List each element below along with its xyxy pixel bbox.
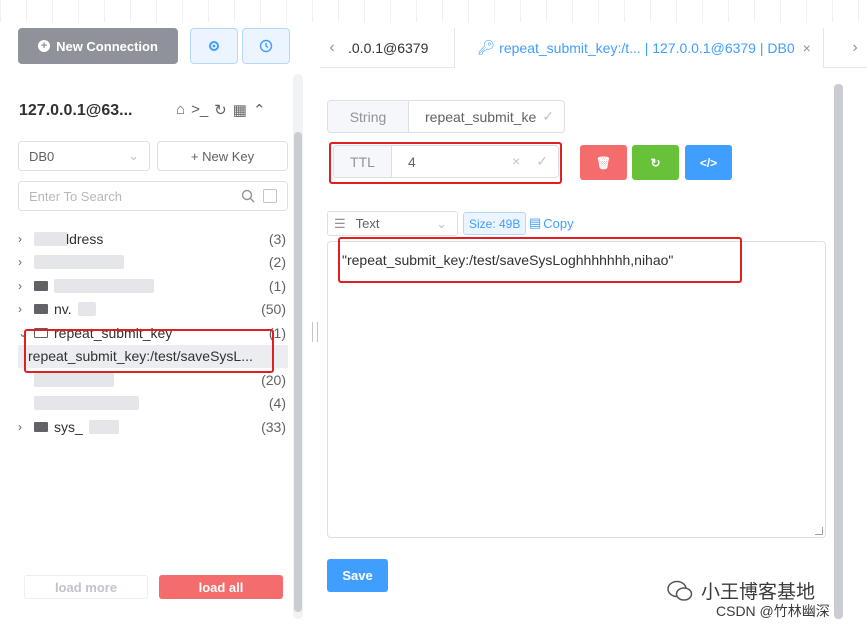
save-button[interactable]: Save	[327, 559, 388, 592]
format-icon: ☰	[334, 215, 346, 231]
refresh-key-button[interactable]: ↻	[632, 145, 679, 180]
terminal-icon[interactable]: >_	[191, 101, 208, 119]
redacted-name	[34, 231, 68, 246]
load-all-button[interactable]: load all	[159, 575, 283, 599]
search-icon[interactable]	[241, 189, 255, 203]
new-connection-label: New Connection	[56, 38, 158, 54]
tree-folder-row[interactable]: › ldress (3)	[18, 227, 288, 251]
top-grid-background	[0, 0, 867, 22]
key-search-box	[18, 181, 288, 211]
format-value: Text	[355, 216, 380, 231]
tree-folder-row[interactable]: › (2)	[18, 251, 288, 275]
wechat-icon	[667, 580, 693, 601]
dump-command-button[interactable]: </>	[685, 145, 732, 180]
folder-count: (33)	[261, 418, 286, 435]
chevron-right-icon: ›	[18, 302, 22, 317]
panel-splitter[interactable]	[312, 322, 318, 342]
highlight-box	[24, 329, 274, 373]
key-icon: 🔑︎	[477, 39, 496, 55]
right-scrollbar[interactable]	[834, 84, 843, 619]
redacted-name	[34, 255, 124, 270]
value-textarea[interactable]: "repeat_submit_key:/test/saveSysLoghhhhh…	[327, 241, 826, 538]
tab-close-icon[interactable]: ×	[803, 40, 811, 56]
tree-folder-row[interactable]: (4)	[18, 392, 288, 416]
refresh-icon[interactable]: ↻	[214, 101, 227, 119]
exact-match-checkbox[interactable]	[263, 189, 277, 203]
db-select-value: DB0	[29, 148, 55, 164]
tab-prev-icon[interactable]: ‹	[320, 39, 344, 57]
chevron-down-icon: ⌄	[128, 148, 139, 163]
folder-count: (2)	[268, 254, 286, 271]
tree-folder-row[interactable]: › nv. (50)	[18, 298, 288, 322]
tab-label: .0.0.1@6379	[348, 39, 429, 56]
folder-count: (4)	[268, 395, 286, 412]
tabs-bar: ‹ .0.0.1@6379 🔑︎ repeat_submit_key:/t...…	[320, 27, 867, 68]
key-name-input[interactable]: repeat_submit_ke ✓	[409, 101, 564, 132]
folder-count: (3)	[268, 230, 286, 247]
copy-button[interactable]: ▤ Copy	[529, 215, 574, 231]
key-type-label: String	[328, 101, 409, 132]
load-more-button[interactable]: load more	[24, 575, 148, 599]
new-key-label: + New Key	[190, 148, 255, 164]
chevron-down-icon: ⌄	[436, 215, 447, 231]
redacted-name	[34, 396, 139, 411]
copy-label: Copy	[543, 215, 574, 231]
gear-icon	[209, 41, 219, 51]
folder-icon	[34, 421, 48, 432]
folder-icon	[34, 304, 48, 315]
folder-label: nv.	[54, 301, 72, 318]
key-search-input[interactable]	[29, 188, 229, 204]
plus-circle-icon: +	[38, 40, 51, 52]
chevron-up-icon[interactable]: ⌃	[253, 101, 266, 119]
tab-key[interactable]: 🔑︎ repeat_submit_key:/t... | 127.0.0.1@6…	[454, 27, 824, 68]
tab-label: repeat_submit_key:/t... | 127.0.0.1@6379…	[499, 39, 795, 56]
trash-icon: 🗑︎	[595, 155, 612, 170]
highlight-box	[329, 142, 562, 184]
chevron-right-icon: ›	[18, 278, 22, 293]
clock-icon	[259, 39, 273, 53]
chevron-right-icon: ›	[18, 231, 22, 246]
tab-next-icon[interactable]: ›	[843, 39, 867, 57]
key-name-value: repeat_submit_ke	[425, 108, 537, 125]
connection-title[interactable]: 127.0.0.1@63...	[19, 102, 132, 120]
home-icon[interactable]: ⌂	[176, 101, 185, 119]
key-type-group: String repeat_submit_ke ✓	[327, 100, 565, 133]
code-icon: </>	[699, 155, 718, 170]
folder-icon	[34, 280, 48, 291]
redacted-name	[77, 302, 96, 317]
watermark-title: 小王博客基地	[701, 582, 816, 603]
watermark-caption: CSDN @竹林幽深	[716, 603, 830, 619]
db-select[interactable]: DB0 ⌄	[18, 141, 150, 171]
size-badge: Size: 49B	[463, 212, 527, 235]
new-connection-button[interactable]: + New Connection	[18, 28, 178, 64]
folder-count: (20)	[261, 371, 286, 388]
chevron-right-icon: ›	[18, 419, 22, 434]
refresh-icon: ↻	[650, 155, 661, 170]
folder-label: sys_	[54, 418, 83, 435]
watermark-logo: 小王博客基地	[667, 577, 815, 604]
history-button[interactable]	[242, 28, 290, 64]
resize-grip-icon[interactable]	[815, 527, 823, 535]
check-icon[interactable]: ✓	[542, 108, 554, 125]
document-icon: ▤	[529, 215, 542, 230]
tab-connection[interactable]: .0.0.1@6379	[344, 28, 432, 68]
highlight-box	[338, 237, 742, 283]
tree-folder-row[interactable]: › sys_ (33)	[18, 415, 288, 439]
left-scrollbar[interactable]	[293, 74, 303, 619]
redacted-name	[54, 278, 154, 293]
redacted-name	[34, 372, 114, 387]
delete-key-button[interactable]: 🗑︎	[580, 145, 627, 180]
left-scrollbar-thumb[interactable]	[294, 132, 302, 612]
grid-icon[interactable]: ▦	[233, 101, 247, 119]
format-select[interactable]: ☰ Text ⌄	[327, 211, 458, 236]
folder-count: (1)	[268, 277, 286, 294]
redacted-name	[88, 419, 119, 434]
folder-count: (50)	[261, 301, 286, 318]
new-key-button[interactable]: + New Key	[157, 141, 288, 171]
folder-label: ldress	[66, 230, 104, 247]
chevron-right-icon: ›	[18, 255, 22, 270]
settings-button[interactable]	[190, 28, 238, 64]
connection-toolbar: ⌂ >_ ↻ ▦ ⌃	[176, 101, 266, 119]
tree-folder-row[interactable]: › (1)	[18, 274, 288, 298]
